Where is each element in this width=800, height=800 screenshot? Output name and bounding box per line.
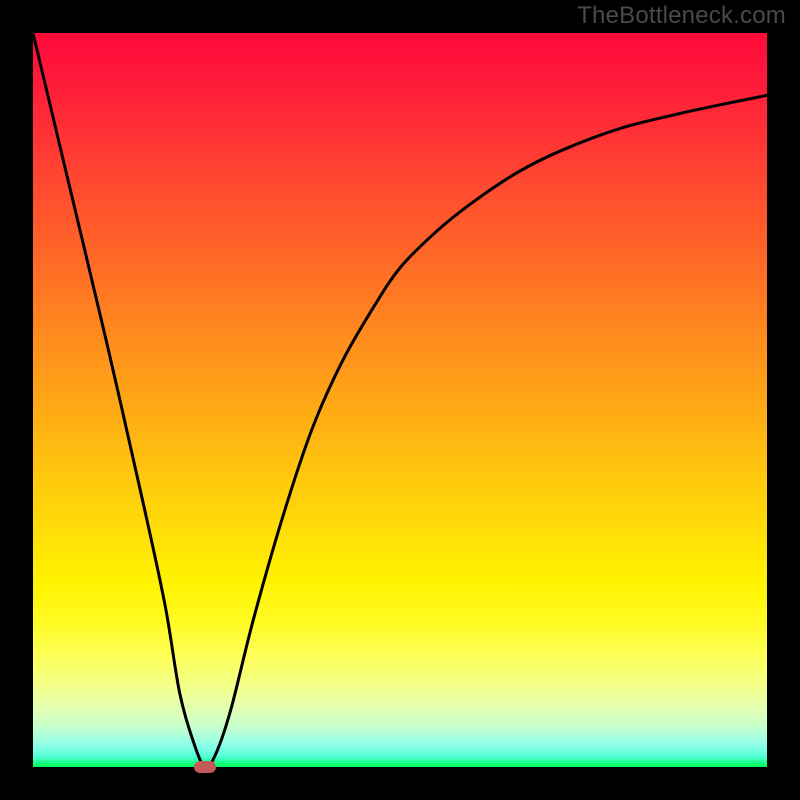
bottleneck-curve (33, 33, 767, 767)
optimal-point-marker (194, 761, 216, 773)
chart-frame: TheBottleneck.com (0, 0, 800, 800)
watermark-text: TheBottleneck.com (577, 2, 786, 30)
plot-area (33, 33, 767, 767)
